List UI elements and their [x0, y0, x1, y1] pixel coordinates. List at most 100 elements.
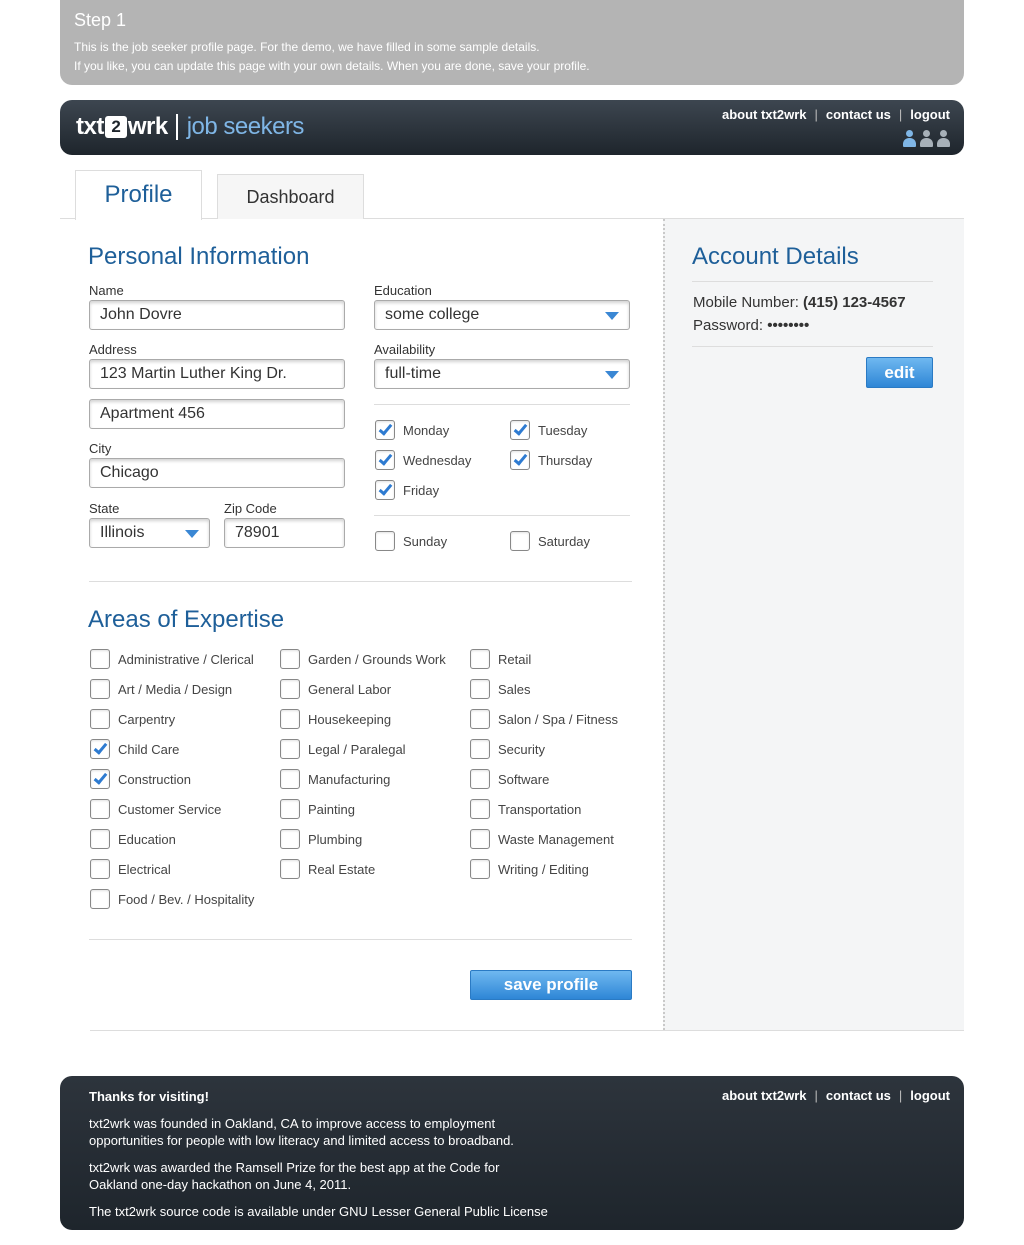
- city-input[interactable]: Chicago: [89, 458, 345, 488]
- checkbox[interactable]: [280, 709, 300, 729]
- checkbox[interactable]: [375, 480, 395, 500]
- banner-title: Step 1: [74, 10, 127, 30]
- expertise-checkbox-administrative-clerical[interactable]: Administrative / Clerical: [90, 649, 254, 669]
- checkbox[interactable]: [510, 420, 530, 440]
- address-line1-input[interactable]: 123 Martin Luther King Dr.: [89, 359, 345, 389]
- expertise-checkbox-waste-management[interactable]: Waste Management: [470, 829, 614, 849]
- expertise-checkbox-plumbing[interactable]: Plumbing: [280, 829, 362, 849]
- expertise-checkbox-real-estate[interactable]: Real Estate: [280, 859, 375, 879]
- employer-icon[interactable]: [919, 130, 933, 147]
- content-bottom-divider: [90, 1030, 964, 1031]
- expertise-checkbox-child-care[interactable]: Child Care: [90, 739, 179, 759]
- logo-section: job seekers: [186, 113, 305, 140]
- checkbox[interactable]: [470, 709, 490, 729]
- checkbox[interactable]: [90, 799, 110, 819]
- address-line2-input[interactable]: Apartment 456: [89, 399, 345, 429]
- checkbox[interactable]: [470, 679, 490, 699]
- expertise-checkbox-general-labor[interactable]: General Labor: [280, 679, 391, 699]
- checkbox[interactable]: [470, 829, 490, 849]
- checkbox[interactable]: [90, 709, 110, 729]
- expertise-checkbox-construction[interactable]: Construction: [90, 769, 191, 789]
- day-checkbox-wednesday[interactable]: Wednesday: [375, 450, 471, 470]
- checkbox[interactable]: [90, 859, 110, 879]
- day-label: Sunday: [403, 533, 448, 549]
- checkbox[interactable]: [375, 420, 395, 440]
- expertise-checkbox-salon-spa-fitness[interactable]: Salon / Spa / Fitness: [470, 709, 618, 729]
- checkbox[interactable]: [280, 679, 300, 699]
- checkbox[interactable]: [375, 531, 395, 551]
- expertise-checkbox-carpentry[interactable]: Carpentry: [90, 709, 175, 729]
- day-checkbox-friday[interactable]: Friday: [375, 480, 439, 500]
- checkbox[interactable]: [470, 799, 490, 819]
- expertise-checkbox-sales[interactable]: Sales: [470, 679, 531, 699]
- expertise-checkbox-education[interactable]: Education: [90, 829, 176, 849]
- job-seeker-icon[interactable]: [902, 130, 916, 147]
- checkbox[interactable]: [470, 739, 490, 759]
- name-input[interactable]: John Dovre: [89, 300, 345, 330]
- expertise-checkbox-customer-service[interactable]: Customer Service: [90, 799, 221, 819]
- expertise-checkbox-manufacturing[interactable]: Manufacturing: [280, 769, 390, 789]
- day-checkbox-saturday[interactable]: Saturday: [510, 531, 590, 551]
- checkbox[interactable]: [510, 531, 530, 551]
- expertise-checkbox-transportation[interactable]: Transportation: [470, 799, 581, 819]
- footer-thanks: Thanks for visiting!: [89, 1089, 209, 1104]
- state-select[interactable]: Illinois: [89, 518, 210, 548]
- checkbox[interactable]: [375, 450, 395, 470]
- logo[interactable]: txt 2 wrk job seekers: [76, 113, 304, 141]
- checkbox[interactable]: [280, 769, 300, 789]
- checkbox[interactable]: [90, 769, 110, 789]
- logout-link[interactable]: logout: [910, 1088, 950, 1103]
- checkbox[interactable]: [280, 859, 300, 879]
- expertise-checkbox-electrical[interactable]: Electrical: [90, 859, 171, 879]
- agency-icon[interactable]: [936, 130, 950, 147]
- checkbox[interactable]: [280, 799, 300, 819]
- expertise-label: Painting: [308, 801, 355, 817]
- checkmark-icon: [513, 421, 528, 436]
- contact-link[interactable]: contact us: [826, 1088, 891, 1103]
- tab-dashboard[interactable]: Dashboard: [217, 174, 364, 219]
- checkbox[interactable]: [280, 649, 300, 669]
- edit-button[interactable]: edit: [866, 357, 933, 388]
- day-checkbox-monday[interactable]: Monday: [375, 420, 449, 440]
- checkbox[interactable]: [90, 739, 110, 759]
- day-checkbox-sunday[interactable]: Sunday: [375, 531, 447, 551]
- expertise-checkbox-food-bev-hospitality[interactable]: Food / Bev. / Hospitality: [90, 889, 254, 909]
- checkbox[interactable]: [90, 889, 110, 909]
- checkbox[interactable]: [280, 829, 300, 849]
- contact-link[interactable]: contact us: [826, 107, 891, 122]
- expertise-heading: Areas of Expertise: [88, 606, 285, 633]
- expertise-checkbox-retail[interactable]: Retail: [470, 649, 531, 669]
- checkbox[interactable]: [470, 649, 490, 669]
- checkbox[interactable]: [280, 739, 300, 759]
- about-link[interactable]: about txt2wrk: [722, 1088, 807, 1103]
- about-link[interactable]: about txt2wrk: [722, 107, 807, 122]
- checkbox[interactable]: [90, 829, 110, 849]
- day-checkbox-tuesday[interactable]: Tuesday: [510, 420, 587, 440]
- footer-paragraph-1: txt2wrk was founded in Oakland, CA to im…: [89, 1115, 514, 1149]
- section-divider: [89, 581, 632, 582]
- expertise-checkbox-software[interactable]: Software: [470, 769, 549, 789]
- education-select[interactable]: some college: [374, 300, 630, 330]
- expertise-checkbox-housekeeping[interactable]: Housekeeping: [280, 709, 391, 729]
- logout-link[interactable]: logout: [910, 107, 950, 122]
- day-label: Wednesday: [403, 452, 472, 468]
- checkbox[interactable]: [90, 649, 110, 669]
- expertise-checkbox-art-media-design[interactable]: Art / Media / Design: [90, 679, 232, 699]
- tab-profile[interactable]: Profile: [75, 170, 202, 220]
- expertise-checkbox-legal-paralegal[interactable]: Legal / Paralegal: [280, 739, 406, 759]
- expertise-checkbox-writing-editing[interactable]: Writing / Editing: [470, 859, 589, 879]
- checkbox[interactable]: [470, 859, 490, 879]
- checkbox[interactable]: [470, 769, 490, 789]
- day-label: Monday: [403, 422, 450, 438]
- day-checkbox-thursday[interactable]: Thursday: [510, 450, 592, 470]
- expertise-checkbox-painting[interactable]: Painting: [280, 799, 355, 819]
- save-profile-button[interactable]: save profile: [470, 970, 632, 1000]
- checkbox[interactable]: [510, 450, 530, 470]
- zip-input[interactable]: 78901: [224, 518, 345, 548]
- availability-select[interactable]: full-time: [374, 359, 630, 389]
- mobile-value: (415) 123-4567: [803, 294, 906, 311]
- checkbox[interactable]: [90, 679, 110, 699]
- mobile-number-row: Mobile Number: (415) 123-4567: [693, 294, 906, 311]
- expertise-checkbox-security[interactable]: Security: [470, 739, 545, 759]
- expertise-checkbox-garden-grounds-work[interactable]: Garden / Grounds Work: [280, 649, 446, 669]
